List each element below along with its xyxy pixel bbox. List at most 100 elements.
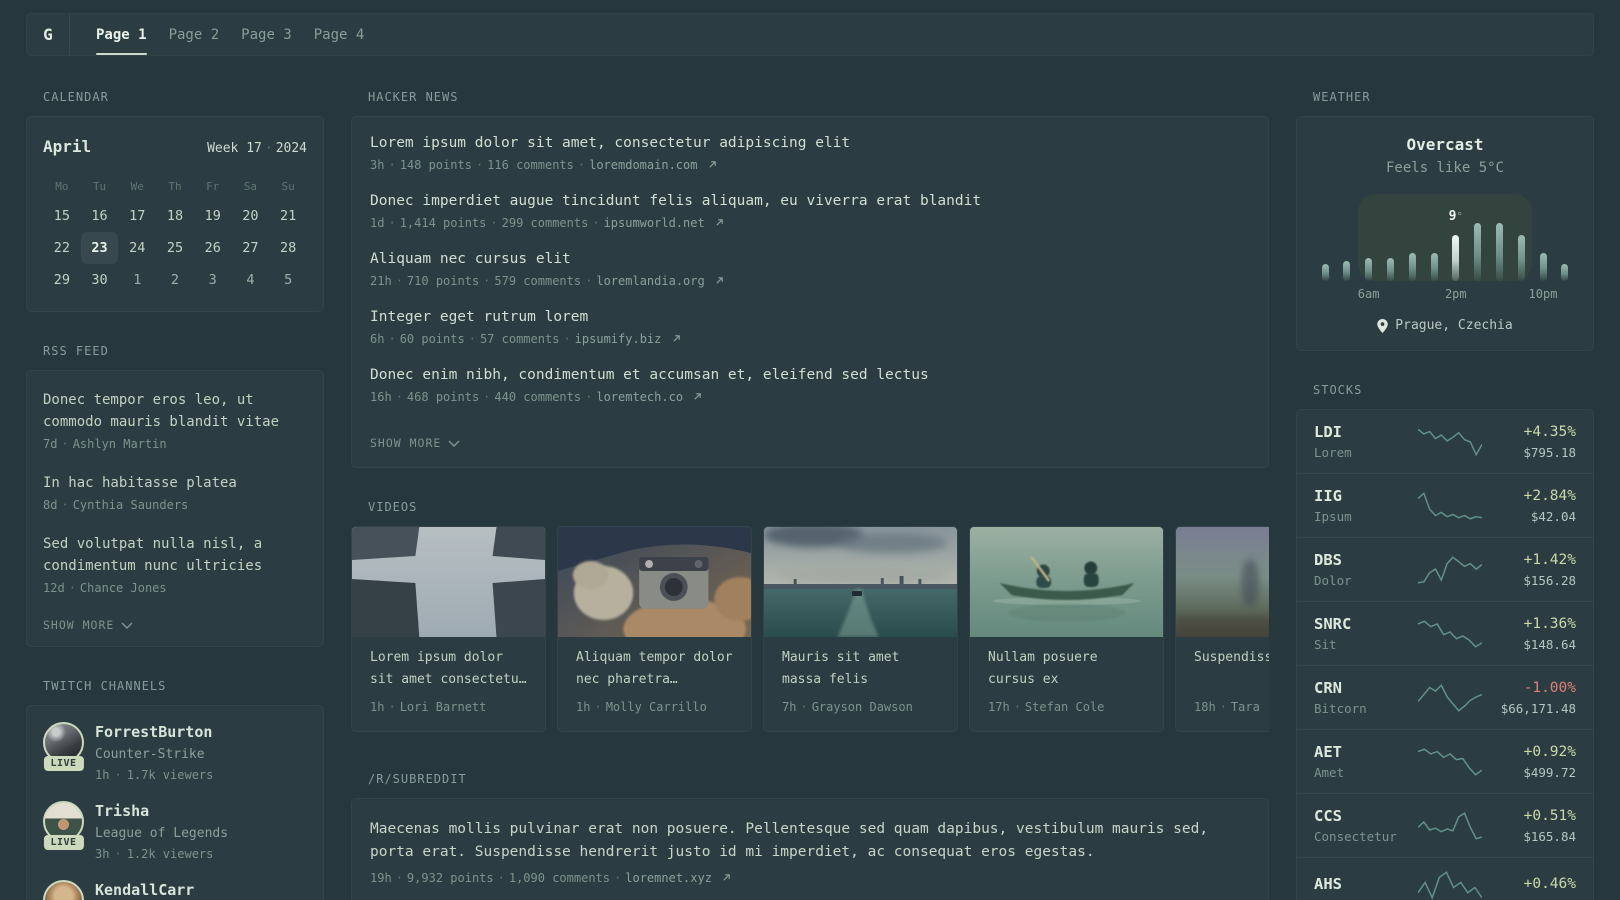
hn-item-domain[interactable]: ipsumworld.net — [604, 216, 724, 230]
twitch-channel[interactable]: LIVE KendallCarr — [43, 880, 307, 900]
hn-item-domain[interactable]: loremdomain.com — [589, 158, 717, 172]
calendar-day: 19 — [204, 208, 221, 224]
stock-row[interactable]: DBS Dolor +1.42% $156.28 — [1297, 537, 1593, 601]
hn-item-domain[interactable]: ipsumify.biz — [575, 332, 681, 346]
video-title[interactable]: Suspendisse diam — [1194, 647, 1269, 691]
calendar-day: 30 — [91, 272, 108, 288]
hn-item-title[interactable]: Integer eget rutrum lorem — [370, 307, 1250, 328]
twitch-channel[interactable]: LIVE Trisha League of Legends 3h · 1.2k vi… — [43, 801, 307, 863]
video-card[interactable]: Nullam posuere cursus ex 17h · Stefan Cole — [969, 526, 1164, 732]
middle-column: HACKER NEWS Lorem ipsum dolor sit amet, … — [351, 90, 1269, 900]
video-title[interactable]: Aliquam tempor dolor nec pharetra… — [576, 647, 733, 691]
twitch-channel-name[interactable]: ForrestBurton — [95, 722, 213, 742]
calendar-weekday: Fr — [206, 180, 220, 193]
external-link-icon — [694, 393, 702, 400]
calendar-day: 17 — [129, 208, 146, 224]
subreddit-post-domain[interactable]: loremnet.xyz — [625, 871, 731, 885]
stock-symbol[interactable]: LDI — [1314, 422, 1418, 442]
calendar-month: April — [43, 137, 92, 156]
stock-row[interactable]: AHS +0.46% — [1297, 857, 1593, 900]
stock-row[interactable]: LDI Lorem +4.35% $795.18 — [1297, 410, 1593, 473]
twitch-card: LIVE ForrestBurton Counter-Strike 1h · 1.7… — [26, 705, 324, 900]
weather-card: Overcast Feels like 5°C 9° 6am 2pm 10pm Pr… — [1296, 116, 1594, 351]
rss-item-title[interactable]: In hac habitasse platea — [43, 472, 307, 494]
stock-change: -1.00% — [1523, 680, 1576, 696]
calendar-weekday: Tu — [92, 180, 107, 193]
rss-item-title[interactable]: Donec tempor eros leo, ut commodo mauris… — [43, 389, 307, 433]
tab-page-1[interactable]: Page 1 — [96, 14, 147, 55]
stock-row[interactable]: AET Amet +0.92% $499.72 — [1297, 729, 1593, 793]
weather-condition: Overcast — [1406, 135, 1484, 154]
tab-page-3[interactable]: Page 3 — [241, 14, 292, 55]
sparkline-chart — [1418, 555, 1482, 585]
subreddit-post-title[interactable]: Maecenas mollis pulvinar erat non posuer… — [370, 818, 1250, 864]
calendar-weekday: Su — [281, 180, 295, 193]
stock-name: Consectetur — [1314, 829, 1397, 844]
stock-sparkline — [1418, 870, 1482, 900]
external-link-icon — [716, 277, 723, 284]
hn-show-more-button[interactable]: SHOW MORE — [370, 434, 1250, 452]
weather-daytime-region — [1358, 194, 1532, 281]
calendar-week-number: 17 — [246, 141, 262, 156]
hn-item-domain[interactable]: loremtech.co — [596, 390, 702, 404]
calendar-day: 1 — [133, 272, 142, 288]
calendar-weekday: We — [130, 180, 144, 193]
hn-item-title[interactable]: Donec enim nibh, condimentum et accumsan… — [370, 365, 1250, 386]
rss-item-author: Chance Jones — [79, 581, 167, 595]
stock-change: +0.51% — [1523, 808, 1576, 824]
rss-item: Donec tempor eros leo, ut commodo mauris… — [43, 389, 307, 453]
tab-page-2[interactable]: Page 2 — [169, 14, 220, 55]
rss-show-more-button[interactable]: SHOW MORE — [43, 616, 307, 634]
hn-item-title[interactable]: Lorem ipsum dolor sit amet, consectetur … — [370, 133, 1250, 154]
stock-symbol[interactable]: CCS — [1314, 806, 1418, 826]
stock-symbol[interactable]: AET — [1314, 742, 1418, 762]
calendar-day: 22 — [53, 240, 70, 256]
hn-item-title[interactable]: Donec imperdiet augue tincidunt felis al… — [370, 191, 1250, 212]
twitch-channel[interactable]: LIVE ForrestBurton Counter-Strike 1h · 1.7… — [43, 722, 307, 784]
twitch-channel-name[interactable]: KendallCarr — [95, 880, 194, 900]
rss-card: Donec tempor eros leo, ut commodo mauris… — [26, 370, 324, 647]
stock-symbol[interactable]: AHS — [1314, 874, 1418, 894]
stock-row[interactable]: CCS Consectetur +0.51% $165.84 — [1297, 793, 1593, 857]
twitch-game[interactable]: Counter-Strike — [95, 746, 213, 764]
hn-item-domain[interactable]: loremlandia.org — [596, 274, 724, 288]
weather-location-text: Prague, Czechia — [1395, 318, 1513, 333]
video-title[interactable]: Lorem ipsum dolor sit amet consectetu… — [370, 647, 527, 691]
stock-symbol[interactable]: DBS — [1314, 550, 1418, 570]
calendar-widget: CALENDAR April Week 17 · 2024 Mo Tu We Th Fr Sa… — [26, 90, 324, 312]
calendar-day: 2 — [170, 272, 180, 288]
left-column: CALENDAR April Week 17 · 2024 Mo Tu We Th Fr Sa… — [26, 90, 324, 900]
dashboard-page: G Page 1 Page 2 Page 3 Page 4 CALENDAR Apri… — [0, 13, 1620, 900]
weather-chart: 9° — [1321, 194, 1569, 281]
canoe-image — [970, 527, 1163, 637]
weather-bar — [1430, 253, 1438, 281]
video-title[interactable]: Nullam posuere cursus ex — [988, 647, 1145, 691]
stock-row[interactable]: CRN Bitcorn -1.00% $66,171.48 — [1297, 665, 1593, 729]
stock-sparkline — [1418, 619, 1482, 649]
calendar-day: 25 — [166, 240, 184, 256]
sparkline-chart — [1418, 491, 1482, 521]
video-thumbnail — [1176, 527, 1269, 637]
stock-symbol[interactable]: CRN — [1314, 678, 1418, 698]
stock-change: +1.36% — [1523, 616, 1576, 632]
hn-item-meta: 1d · 1,414 points · 299 comments · ipsumworld.… — [370, 214, 1250, 232]
video-card[interactable]: Lorem ipsum dolor sit amet consectetu… 1… — [351, 526, 546, 732]
video-title[interactable]: Mauris sit amet massa felis — [782, 647, 939, 691]
logo[interactable]: G — [27, 14, 70, 55]
rss-item-title[interactable]: Sed volutpat nulla nisl, a condimentum n… — [43, 533, 307, 577]
twitch-avatar: LIVE — [43, 801, 84, 850]
stock-row[interactable]: IIG Ipsum +2.84% $42.04 — [1297, 473, 1593, 537]
stock-name: Amet — [1314, 765, 1345, 780]
video-card[interactable]: Mauris sit amet massa felis 7h · Grayson D… — [763, 526, 958, 732]
twitch-channel-name[interactable]: Trisha — [95, 801, 228, 821]
twitch-label: TWITCH CHANNELS — [43, 679, 167, 693]
stock-row[interactable]: SNRC Sit +1.36% $148.64 — [1297, 601, 1593, 665]
stock-symbol[interactable]: SNRC — [1314, 614, 1418, 634]
twitch-game[interactable]: League of Legends — [95, 825, 228, 843]
video-card[interactable]: Suspendisse diam 18h·Tara — [1175, 526, 1269, 732]
stock-symbol[interactable]: IIG — [1314, 486, 1418, 506]
video-card[interactable]: Aliquam tempor dolor nec pharetra… 1h · Mo… — [557, 526, 752, 732]
hn-item-title[interactable]: Aliquam nec cursus elit — [370, 249, 1250, 270]
hackernews-widget: HACKER NEWS Lorem ipsum dolor sit amet, … — [351, 90, 1269, 468]
tab-page-4[interactable]: Page 4 — [314, 14, 365, 55]
